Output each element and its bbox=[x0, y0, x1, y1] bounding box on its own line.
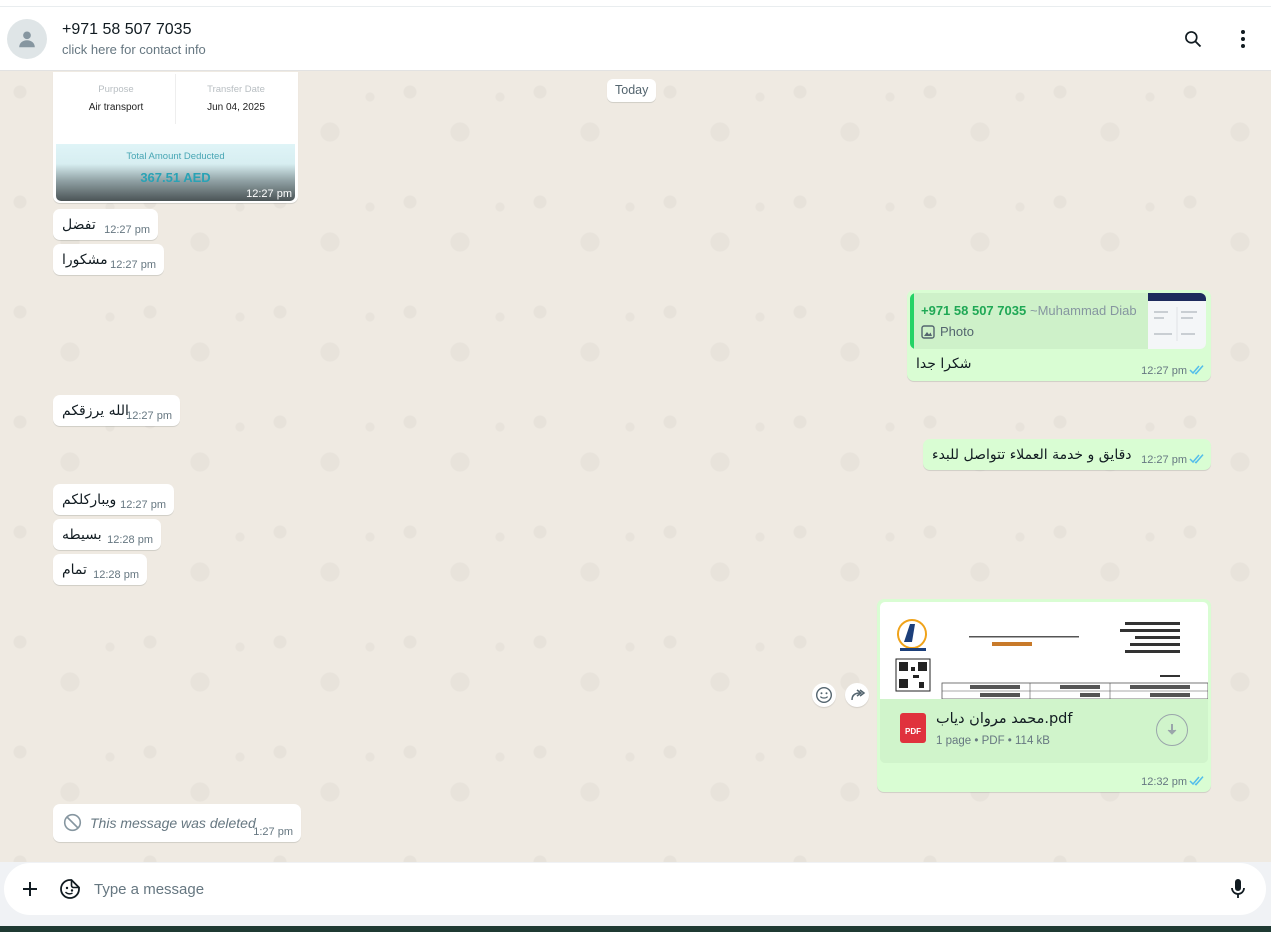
receipt-image-message[interactable]: Purpose Air transport Transfer Date Jun … bbox=[53, 72, 298, 203]
message-text: شكرا جدا bbox=[916, 356, 972, 372]
message-time: 12:28 pm bbox=[93, 569, 139, 581]
photo-icon bbox=[921, 324, 935, 339]
message-time: 12:27 pm bbox=[1141, 454, 1187, 466]
quote-bar bbox=[910, 293, 914, 349]
quoted-sender-number: +971 58 507 7035 bbox=[921, 303, 1027, 318]
incoming-message[interactable]: مشكورا 12:27 pm bbox=[53, 244, 164, 275]
receipt-total-amount: 367.51 AED bbox=[140, 170, 211, 185]
incoming-message[interactable]: تمام 12:28 pm bbox=[53, 554, 147, 585]
quoted-photo-label: Photo bbox=[921, 324, 974, 339]
message-text: تفضل bbox=[62, 217, 96, 233]
message-time: 1:27 pm bbox=[253, 826, 293, 838]
receipt-date: Transfer Date Jun 04, 2025 bbox=[176, 84, 296, 113]
read-receipt-icon bbox=[1189, 365, 1204, 375]
outgoing-reply-message[interactable]: +971 58 507 7035 ~Muhammad Diab Photo شك… bbox=[907, 290, 1211, 381]
outgoing-message[interactable]: دقايق و خدمة العملاء تتواصل للبدء 12:27 … bbox=[923, 439, 1211, 470]
receipt-purpose-value: Air transport bbox=[88, 102, 144, 113]
chat-area[interactable]: Purpose Air transport Transfer Date Jun … bbox=[0, 72, 1271, 862]
message-input[interactable] bbox=[94, 875, 1214, 903]
message-time: 12:28 pm bbox=[107, 534, 153, 546]
top-strip bbox=[0, 0, 1271, 7]
bottom-bar bbox=[0, 926, 1271, 932]
react-emoji-button[interactable] bbox=[812, 683, 836, 707]
receipt-date-value: Jun 04, 2025 bbox=[207, 102, 265, 113]
message-text: مشكورا bbox=[62, 252, 108, 268]
avatar-icon bbox=[19, 31, 35, 48]
blocked-icon bbox=[63, 813, 82, 832]
search-icon[interactable] bbox=[1181, 27, 1205, 51]
pdf-file-icon: PDF bbox=[900, 713, 926, 743]
outgoing-document-message[interactable]: PDF محمد مروان دياب.pdf 1 page • PDF • 1… bbox=[877, 599, 1211, 792]
message-text: تمام bbox=[62, 562, 87, 578]
deleted-message-text: This message was deleted bbox=[90, 815, 256, 831]
receipt-purpose: Purpose Air transport bbox=[56, 84, 176, 113]
forward-button[interactable] bbox=[845, 683, 869, 707]
message-text: ويباركلكم bbox=[62, 492, 117, 508]
forward-icon bbox=[851, 689, 866, 701]
quoted-sender-alias: ~Muhammad Diab bbox=[1030, 303, 1137, 318]
sticker-icon[interactable] bbox=[58, 877, 82, 901]
message-text: دقايق و خدمة العملاء تتواصل للبدء bbox=[932, 447, 1132, 463]
message-time: 12:32 pm bbox=[1141, 776, 1187, 788]
message-time: 12:27 pm bbox=[1141, 365, 1187, 377]
quoted-message[interactable]: +971 58 507 7035 ~Muhammad Diab Photo bbox=[910, 293, 1206, 349]
emoji-icon bbox=[815, 686, 833, 704]
mic-icon[interactable] bbox=[1226, 877, 1250, 901]
document-meta: 1 page • PDF • 114 kB bbox=[936, 735, 1050, 747]
document-info[interactable]: PDF محمد مروان دياب.pdf 1 page • PDF • 1… bbox=[880, 699, 1208, 763]
incoming-message[interactable]: تفضل 12:27 pm bbox=[53, 209, 158, 240]
quoted-type: Photo bbox=[940, 324, 974, 339]
incoming-message[interactable]: الله يرزقكم 12:27 pm bbox=[53, 395, 180, 426]
composer bbox=[0, 862, 1271, 926]
read-receipt-icon bbox=[1189, 454, 1204, 464]
receipt-date-label: Transfer Date bbox=[207, 84, 265, 95]
document-file-name: محمد مروان دياب.pdf bbox=[936, 711, 1073, 727]
composer-box bbox=[4, 863, 1266, 915]
read-receipt-icon bbox=[1189, 776, 1204, 786]
message-time: 12:27 pm bbox=[120, 499, 166, 511]
contact-info-hint[interactable]: click here for contact info bbox=[62, 42, 206, 57]
contact-name[interactable]: +971 58 507 7035 bbox=[62, 21, 191, 39]
download-icon bbox=[1167, 724, 1177, 735]
incoming-message[interactable]: ويباركلكم 12:27 pm bbox=[53, 484, 174, 515]
quoted-thumbnail bbox=[1148, 293, 1206, 349]
plus-icon[interactable] bbox=[18, 877, 42, 901]
avatar[interactable] bbox=[7, 19, 47, 59]
menu-icon[interactable] bbox=[1231, 27, 1255, 51]
chat-header[interactable]: +971 58 507 7035 click here for contact … bbox=[0, 7, 1271, 71]
incoming-message[interactable]: بسيطه 12:28 pm bbox=[53, 519, 161, 550]
download-button[interactable] bbox=[1156, 714, 1188, 746]
message-text: الله يرزقكم bbox=[62, 403, 129, 419]
message-time: 12:27 pm bbox=[110, 259, 156, 271]
message-time: 12:27 pm bbox=[246, 188, 292, 200]
message-text: بسيطه bbox=[62, 527, 102, 543]
receipt-total-label: Total Amount Deducted bbox=[126, 151, 225, 162]
message-time: 12:27 pm bbox=[126, 410, 172, 422]
document-preview[interactable] bbox=[880, 602, 1208, 699]
deleted-message[interactable]: This message was deleted 1:27 pm bbox=[53, 804, 301, 842]
message-time: 12:27 pm bbox=[104, 224, 150, 236]
receipt-purpose-label: Purpose bbox=[98, 84, 134, 95]
day-divider: Today bbox=[607, 79, 657, 102]
